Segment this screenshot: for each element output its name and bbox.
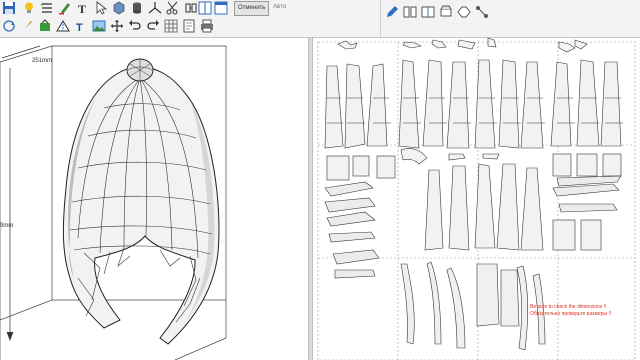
width-dimension-label: 251mm [32,58,53,64]
checklist-icon[interactable] [40,1,54,15]
cube-icon[interactable] [112,1,126,15]
svg-text:T: T [76,22,83,33]
lightbulb-icon[interactable] [22,1,36,15]
image-icon[interactable] [92,19,106,33]
helmet-3d-model [0,45,227,360]
undo-button[interactable]: Отменить [234,1,270,16]
toolbar-separator [380,0,381,37]
axis-icon[interactable] [148,1,162,15]
3d-view[interactable]: 251mm 9mm [0,38,308,360]
redo-icon[interactable] [146,19,160,33]
svg-text:T: T [78,2,86,15]
edit-tab-icon[interactable] [385,5,399,19]
text-icon[interactable]: T [74,19,88,33]
edge-join-icon[interactable] [184,1,198,15]
select-icon[interactable] [94,1,108,15]
print-icon[interactable] [200,19,214,33]
split-parts-icon[interactable] [403,5,417,19]
split-view-icon[interactable] [198,1,212,15]
rotate-view-icon[interactable] [2,19,16,33]
text-tool-icon[interactable]: T [76,1,90,15]
cylinder-icon[interactable] [130,1,144,15]
unfold-icon[interactable] [457,5,471,19]
connect-icon[interactable] [475,5,489,19]
check-dimensions-note: Be sure to check the dimensions !! [530,304,607,310]
join-parts-icon[interactable] [421,5,435,19]
brush-icon[interactable] [20,19,34,33]
toolbar: T Отменить Авто T [0,0,640,38]
height-dimension-label: 9mm [0,223,14,229]
auto-button[interactable]: Авто [270,1,289,14]
save-icon[interactable] [2,1,16,15]
single-view-icon[interactable] [214,1,228,15]
grid-icon[interactable] [164,19,178,33]
check-dimensions-note-ru: Обязательно проверьте размеры !! [530,311,612,317]
2d-pattern-view[interactable]: Be sure to check the dimensions !! Обяза… [313,38,640,360]
fold-icon[interactable] [56,19,70,33]
move-icon[interactable] [110,19,124,33]
undo-icon[interactable] [128,19,142,33]
page-icon[interactable] [182,19,196,33]
flaps-icon[interactable] [439,5,453,19]
paint-icon[interactable] [58,1,72,15]
scissors-icon[interactable] [166,1,180,15]
fill-icon[interactable] [38,19,52,33]
